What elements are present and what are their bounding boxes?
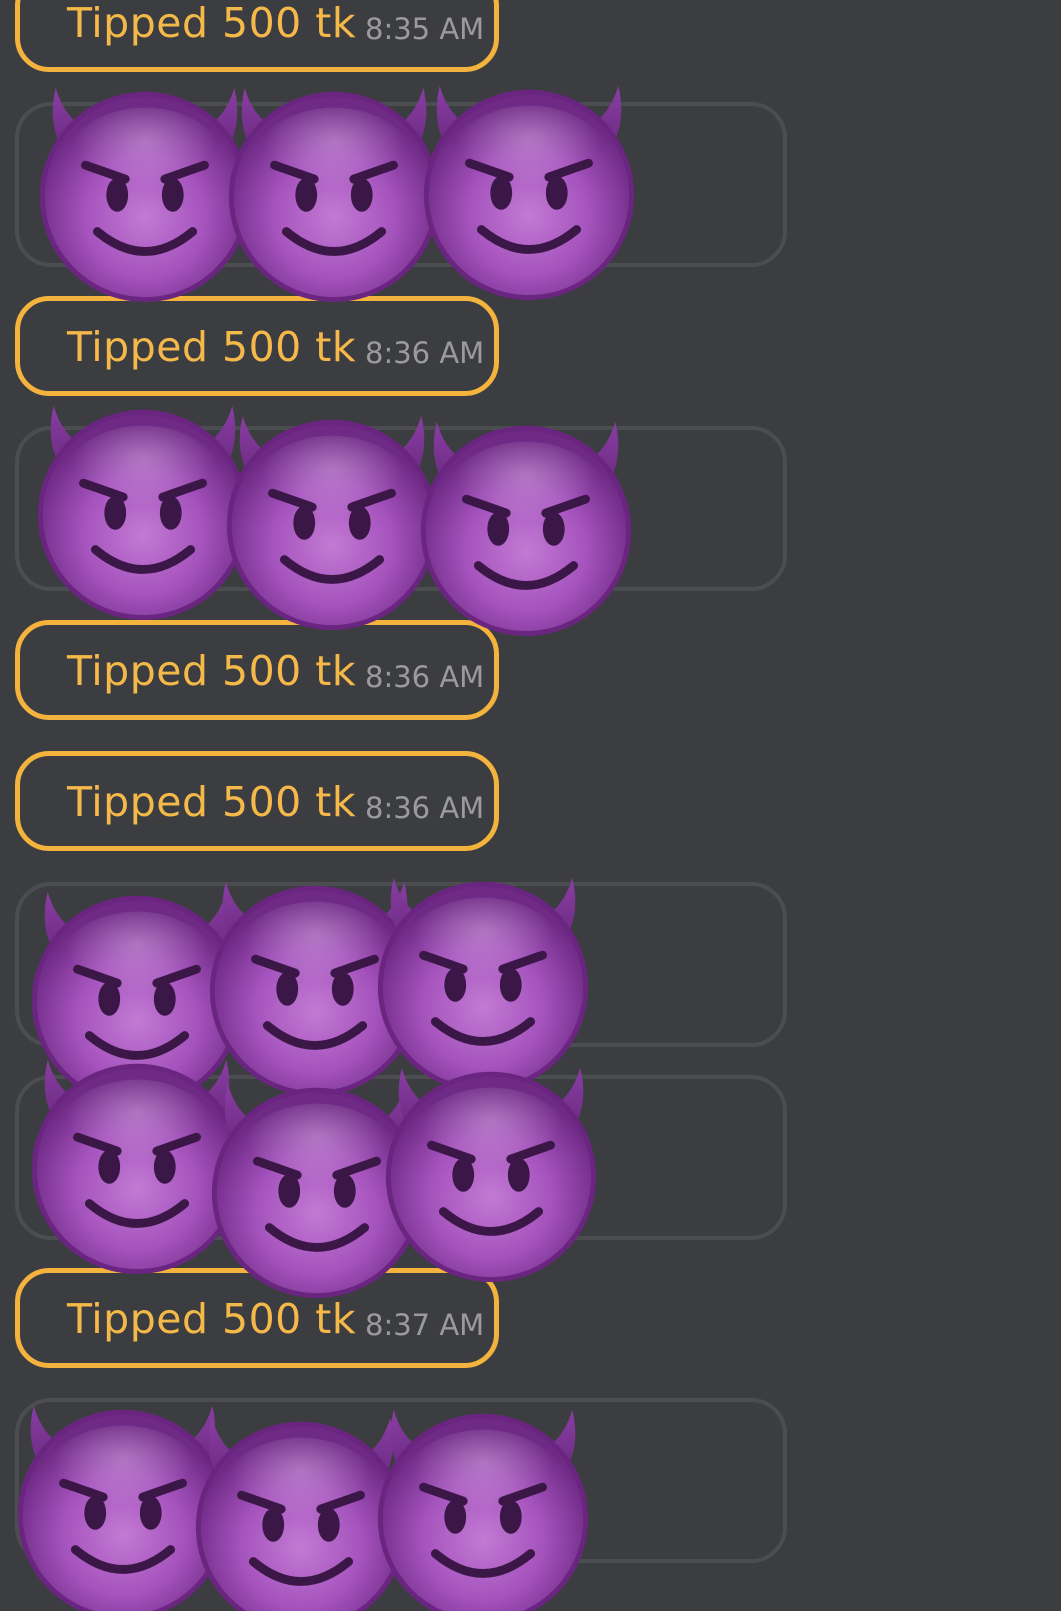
tip-label: Tipped 500 tk	[67, 323, 357, 371]
tip-label: Tipped 500 tk	[67, 0, 357, 47]
tip-label: Tipped 500 tk	[67, 1295, 357, 1343]
smiling-face-with-horns-icon	[364, 1390, 602, 1611]
tip-timestamp: 8:37 AM	[365, 1308, 485, 1342]
smiling-face-with-horns-icon	[407, 402, 645, 640]
tip-timestamp: 8:36 AM	[365, 660, 485, 694]
tip-message[interactable]: Tipped 500 tk 8:36 AM	[15, 296, 499, 396]
chat-feed[interactable]: Tipped 500 tk 8:35 AM Tipped 500 tk 8:36…	[0, 0, 1061, 1611]
tip-timestamp: 8:36 AM	[365, 791, 485, 825]
smiling-face-with-horns-icon	[410, 66, 648, 304]
tip-timestamp: 8:36 AM	[365, 336, 485, 370]
tip-message[interactable]: Tipped 500 tk 8:36 AM	[15, 751, 499, 851]
tip-timestamp: 8:35 AM	[365, 12, 485, 46]
tip-label: Tipped 500 tk	[67, 647, 357, 695]
tip-message[interactable]: Tipped 500 tk 8:35 AM	[15, 0, 499, 72]
tip-label: Tipped 500 tk	[67, 778, 357, 826]
smiling-face-with-horns-icon	[372, 1048, 610, 1286]
